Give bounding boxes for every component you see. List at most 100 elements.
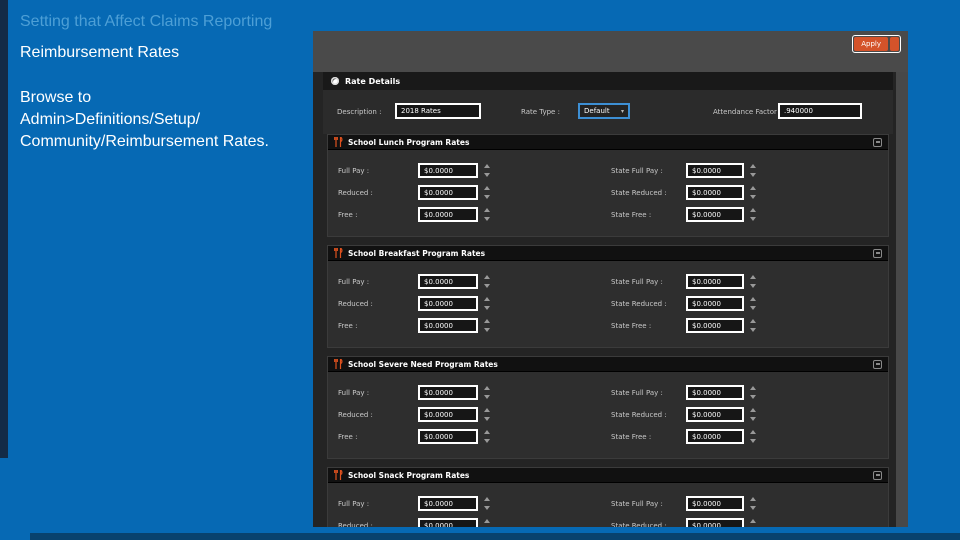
spinner-down-button[interactable]: [484, 284, 490, 288]
right-value-spinner: [748, 319, 758, 332]
spinner-up-button[interactable]: [750, 430, 756, 434]
app-toolbar: Apply: [313, 31, 908, 72]
bottom-edge-accent: [30, 533, 960, 540]
spinner-down-button[interactable]: [484, 417, 490, 421]
row-right-label: State Full Pay :: [611, 500, 663, 508]
rate-type-select[interactable]: Default ▾: [578, 103, 630, 119]
section-header[interactable]: School Lunch Program Rates: [328, 135, 888, 150]
section-header[interactable]: School Breakfast Program Rates: [328, 246, 888, 261]
spinner-up-button[interactable]: [750, 497, 756, 501]
left-value-spinner: [482, 297, 492, 310]
row-left-input[interactable]: [418, 429, 478, 444]
spinner-down-button[interactable]: [750, 306, 756, 310]
row-right-input[interactable]: [686, 318, 744, 333]
left-value-spinner: [482, 164, 492, 177]
description-input[interactable]: [395, 103, 481, 119]
spinner-up-button[interactable]: [750, 164, 756, 168]
rate-row: Reduced : State Reduced :: [328, 518, 888, 527]
collapse-icon[interactable]: [873, 470, 882, 480]
row-left-input[interactable]: [418, 407, 478, 422]
spinner-down-button[interactable]: [750, 328, 756, 332]
spinner-up-button[interactable]: [484, 275, 490, 279]
spinner-down-button[interactable]: [750, 417, 756, 421]
row-left-input[interactable]: [418, 496, 478, 511]
spinner-up-button[interactable]: [750, 297, 756, 301]
slide-subtitle: Reimbursement Rates: [20, 44, 180, 61]
row-left-input[interactable]: [418, 207, 478, 222]
spinner-up-button[interactable]: [750, 186, 756, 190]
row-left-input[interactable]: [418, 318, 478, 333]
row-right-input[interactable]: [686, 207, 744, 222]
spinner-down-button[interactable]: [750, 506, 756, 510]
spinner-down-button[interactable]: [750, 284, 756, 288]
spinner-up-button[interactable]: [750, 319, 756, 323]
spinner-up-button[interactable]: [484, 186, 490, 190]
left-value-spinner: [482, 497, 492, 510]
spinner-up-button[interactable]: [484, 164, 490, 168]
spinner-up-button[interactable]: [750, 386, 756, 390]
spinner-up-button[interactable]: [484, 497, 490, 501]
right-value-spinner: [748, 208, 758, 221]
row-right-input[interactable]: [686, 407, 744, 422]
spinner-down-button[interactable]: [484, 217, 490, 221]
collapse-icon[interactable]: [873, 248, 882, 258]
spinner-down-button[interactable]: [484, 439, 490, 443]
spinner-down-button[interactable]: [750, 173, 756, 177]
spinner-up-button[interactable]: [484, 208, 490, 212]
collapse-icon[interactable]: [873, 359, 882, 369]
row-right-input[interactable]: [686, 163, 744, 178]
rate-row: Free : State Free :: [328, 429, 888, 444]
spinner-down-button[interactable]: [484, 328, 490, 332]
row-left-label: Reduced :: [338, 189, 373, 197]
row-left-input[interactable]: [418, 274, 478, 289]
rate-type-label: Rate Type :: [521, 108, 560, 116]
apply-button[interactable]: Apply: [854, 37, 888, 51]
spinner-up-button[interactable]: [750, 519, 756, 523]
row-right-input[interactable]: [686, 185, 744, 200]
utensils-icon: [334, 469, 343, 480]
row-right-input[interactable]: [686, 429, 744, 444]
spinner-down-button[interactable]: [750, 439, 756, 443]
row-left-label: Free :: [338, 211, 358, 219]
spinner-down-button[interactable]: [750, 217, 756, 221]
section-header[interactable]: School Snack Program Rates: [328, 468, 888, 483]
spinner-up-button[interactable]: [750, 275, 756, 279]
row-right-input[interactable]: [686, 385, 744, 400]
row-right-label: State Free :: [611, 433, 652, 441]
spinner-down-button[interactable]: [484, 395, 490, 399]
collapse-icon[interactable]: [873, 137, 882, 147]
row-right-input[interactable]: [686, 274, 744, 289]
spinner-up-button[interactable]: [750, 408, 756, 412]
spinner-up-button[interactable]: [484, 519, 490, 523]
spinner-down-button[interactable]: [484, 506, 490, 510]
spinner-up-button[interactable]: [484, 319, 490, 323]
row-right-label: State Free :: [611, 322, 652, 330]
spinner-up-button[interactable]: [484, 297, 490, 301]
row-left-input[interactable]: [418, 163, 478, 178]
spinner-up-button[interactable]: [484, 408, 490, 412]
spinner-down-button[interactable]: [484, 173, 490, 177]
row-left-input[interactable]: [418, 185, 478, 200]
slide-body-text: Browse to Admin>Definitions/Setup/ Commu…: [20, 87, 320, 153]
row-right-input[interactable]: [686, 496, 744, 511]
attendance-factor-input[interactable]: [778, 103, 862, 119]
spinner-up-button[interactable]: [484, 386, 490, 390]
row-left-input[interactable]: [418, 296, 478, 311]
spinner-down-button[interactable]: [484, 195, 490, 199]
left-value-spinner: [482, 386, 492, 399]
rate-row: Full Pay : State Full Pay :: [328, 163, 888, 178]
row-left-input[interactable]: [418, 385, 478, 400]
vertical-scrollbar[interactable]: [896, 72, 908, 527]
spinner-up-button[interactable]: [484, 430, 490, 434]
spinner-up-button[interactable]: [750, 208, 756, 212]
section-header[interactable]: School Severe Need Program Rates: [328, 357, 888, 372]
row-right-input[interactable]: [686, 518, 744, 527]
section-rows: Full Pay : State Full Pay : Reduced : St…: [328, 372, 888, 458]
apply-menu-button[interactable]: [890, 37, 899, 51]
spinner-down-button[interactable]: [750, 195, 756, 199]
spinner-down-button[interactable]: [750, 395, 756, 399]
spinner-down-button[interactable]: [484, 306, 490, 310]
row-right-input[interactable]: [686, 296, 744, 311]
right-value-spinner: [748, 275, 758, 288]
row-left-input[interactable]: [418, 518, 478, 527]
